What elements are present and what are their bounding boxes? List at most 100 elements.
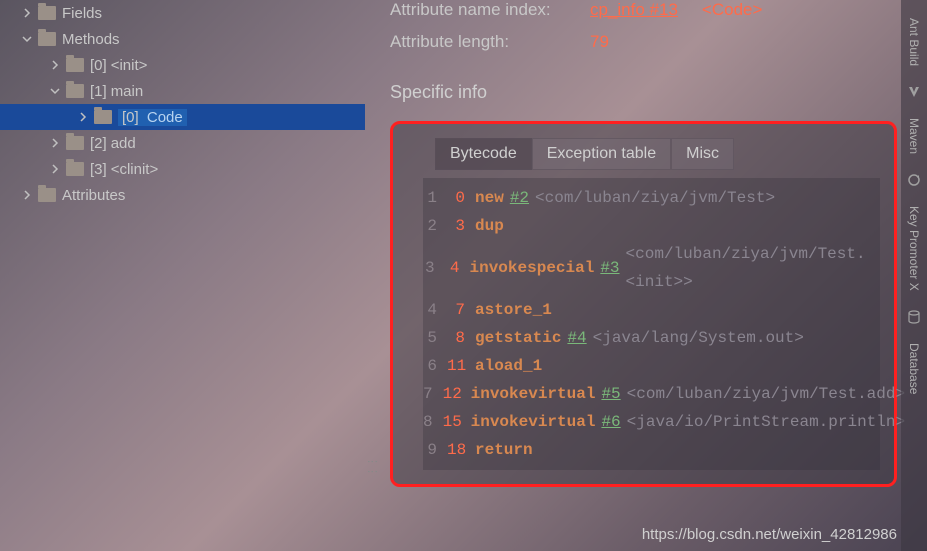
tree-node-clinit[interactable]: [3] <clinit> [0,156,365,182]
cp-ref-link[interactable]: #4 [567,324,586,352]
tabs: Bytecode Exception table Misc [435,138,894,170]
tree-node-init[interactable]: [0] <init> [0,52,365,78]
attr-label: Attribute name index: [390,0,590,20]
bytecode-offset: 8 [447,324,475,352]
tree-node-fields[interactable]: Fields [0,0,365,26]
line-number: 4 [423,296,447,324]
tree-label: <init> [111,57,148,74]
right-tab-maven[interactable]: Maven [905,108,923,164]
tab-exception-table[interactable]: Exception table [532,138,671,170]
bytecode-line: 712invokevirtual#5<com/luban/ziya/jvm/Te… [423,380,880,408]
tree-label: main [111,83,144,100]
bytecode-offset: 0 [447,184,475,212]
bytecode-offset: 11 [447,352,475,380]
folder-icon [66,136,84,150]
section-title: Specific info [390,82,897,103]
tree-label: <clinit> [111,161,159,178]
chevron-right-icon[interactable] [20,6,34,20]
bytecode-comment: <java/lang/System.out> [593,324,804,352]
tree-label: Methods [62,31,120,48]
tree-node-add[interactable]: [2] add [0,130,365,156]
bytecode-comment: <com/luban/ziya/jvm/Test> [535,184,775,212]
chevron-right-icon[interactable] [48,58,62,72]
chevron-right-icon[interactable] [76,110,90,124]
folder-icon [38,32,56,46]
opcode: new [475,184,504,212]
folder-icon [66,162,84,176]
right-toolbar: Ant Build Maven Key Promoter X Database [901,0,927,551]
opcode: invokevirtual [471,380,596,408]
bytecode-comment: <com/luban/ziya/jvm/Test.add> [627,380,905,408]
tree-panel: Fields Methods [0] <init> [1] main [0] C… [0,0,365,551]
bytecode-line: 47astore_1 [423,296,880,324]
opcode: aload_1 [475,352,542,380]
bytecode-line: 10new#2<com/luban/ziya/jvm/Test> [423,184,880,212]
opcode: getstatic [475,324,561,352]
folder-icon [66,84,84,98]
bytecode-offset: 7 [447,296,475,324]
opcode: return [475,436,533,464]
right-tab-database[interactable]: Database [905,333,923,404]
bytecode-offset: 12 [443,380,471,408]
cp-info-link[interactable]: cp_info #13 [590,0,678,20]
chevron-down-icon[interactable] [48,84,62,98]
tab-misc[interactable]: Misc [671,138,734,170]
line-number: 6 [423,352,447,380]
right-tab-ant-build[interactable]: Ant Build [905,8,923,76]
tree-node-main[interactable]: [1] main [0,78,365,104]
attr-value: 79 [590,32,609,52]
line-number: 5 [423,324,447,352]
tree-index: [3] [90,161,107,178]
folder-icon [38,6,56,20]
tree-label: add [111,135,136,152]
attr-label: Attribute length: [390,32,590,52]
content-panel: Attribute name index: cp_info #13 <Code>… [390,0,897,551]
tree-index: [2] [90,135,107,152]
bytecode-line: 815invokevirtual#6<java/io/PrintStream.p… [423,408,880,436]
cp-ref-link[interactable]: #3 [600,254,619,282]
drag-handle-icon[interactable]: ⋮⋮ [366,456,379,476]
bytecode-offset: 18 [447,436,475,464]
line-number: 8 [423,408,443,436]
chevron-right-icon[interactable] [20,188,34,202]
tab-bytecode[interactable]: Bytecode [435,138,532,170]
tree-label: Attributes [62,187,125,204]
bytecode-offset: 3 [447,212,475,240]
cp-ref-link[interactable]: #2 [510,184,529,212]
line-number: 2 [423,212,447,240]
bytecode-line: 58getstatic#4<java/lang/System.out> [423,324,880,352]
bytecode-box: Bytecode Exception table Misc 10new#2<co… [390,121,897,487]
right-tab-key-promoter[interactable]: Key Promoter X [905,196,923,301]
tree-node-methods[interactable]: Methods [0,26,365,52]
tree-index: [0] [122,109,139,126]
line-number: 3 [423,254,445,282]
opcode: invokespecial [470,254,595,282]
tree-index: [1] [90,83,107,100]
tree-node-attributes[interactable]: Attributes [0,182,365,208]
attr-tag: <Code> [702,0,763,20]
chevron-right-icon[interactable] [48,162,62,176]
bytecode-line: 918return [423,436,880,464]
database-icon [906,309,922,325]
tree-index: [0] [90,57,107,74]
opcode: astore_1 [475,296,552,324]
line-number: 7 [423,380,443,408]
refresh-icon [906,172,922,188]
cp-ref-link[interactable]: #6 [601,408,620,436]
line-number: 1 [423,184,447,212]
cp-ref-link[interactable]: #5 [601,380,620,408]
tree-node-code-selected[interactable]: [0] Code [0,104,365,130]
opcode: invokevirtual [471,408,596,436]
folder-icon [38,188,56,202]
maven-icon [906,84,922,100]
opcode: dup [475,212,504,240]
attr-row-name: Attribute name index: cp_info #13 <Code> [390,0,897,20]
line-number: 9 [423,436,447,464]
tree-label: Code [147,109,183,126]
attr-row-length: Attribute length: 79 [390,32,897,52]
chevron-right-icon[interactable] [48,136,62,150]
chevron-down-icon[interactable] [20,32,34,46]
folder-icon [94,110,112,124]
bytecode-offset: 4 [445,254,470,282]
selected-label: [0] Code [118,109,187,126]
